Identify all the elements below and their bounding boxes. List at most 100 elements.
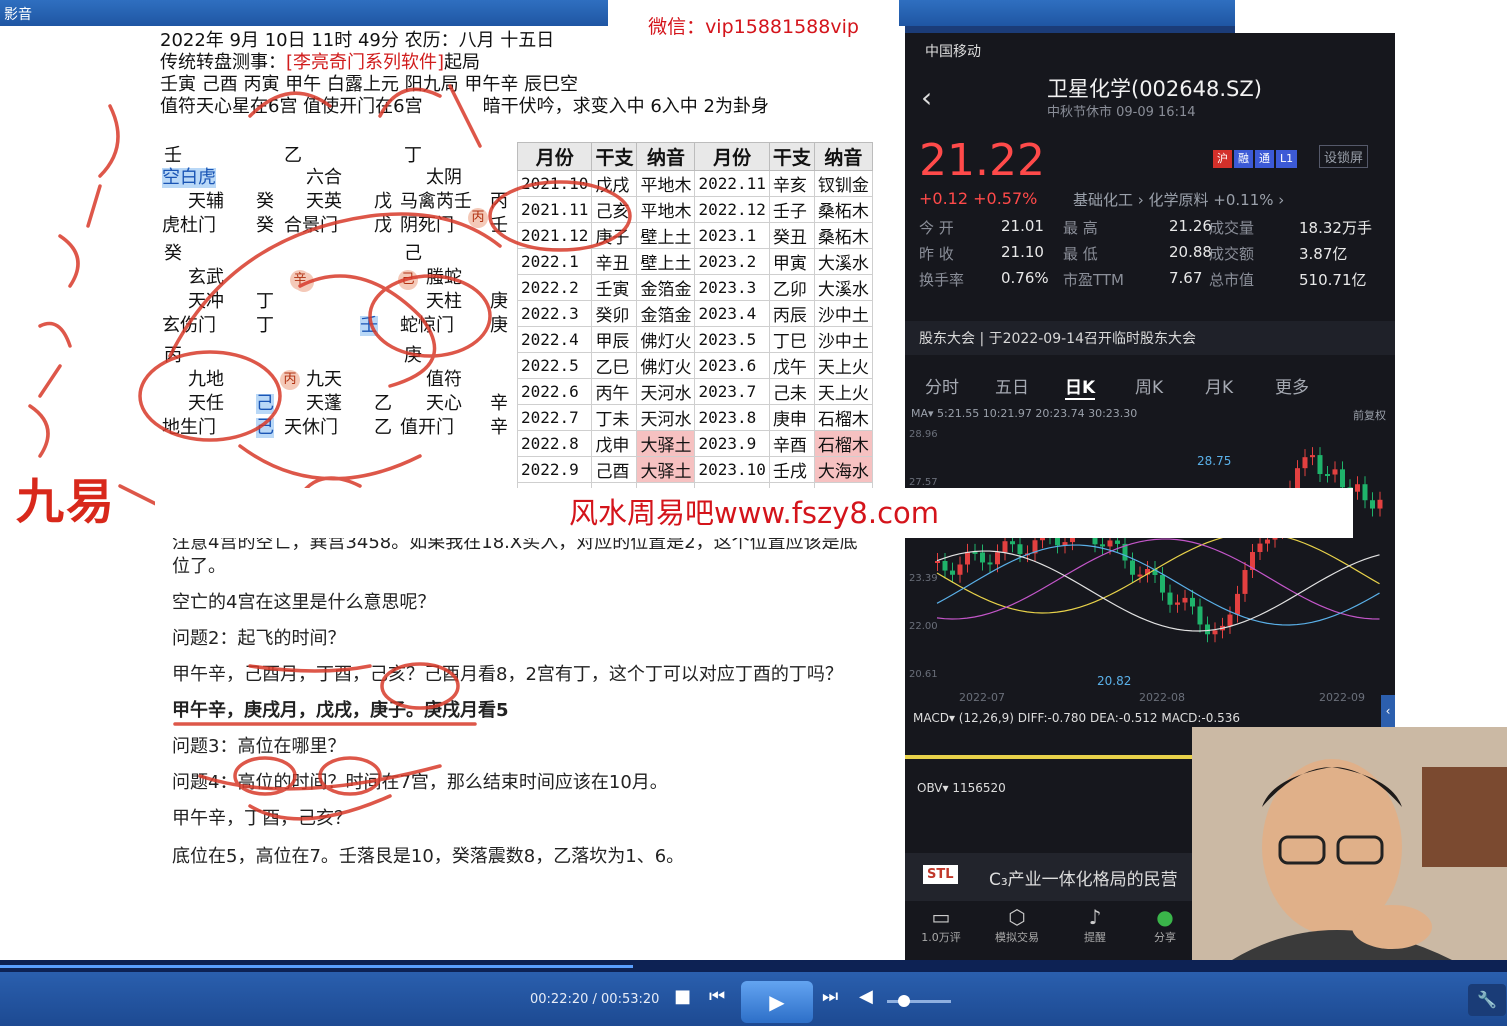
candle-body <box>1175 602 1180 605</box>
back-icon[interactable]: ‹ <box>921 81 932 114</box>
period-tab[interactable]: 分时 <box>925 373 959 398</box>
collapse-icon[interactable]: ‹ <box>1381 695 1395 727</box>
candle-body <box>1235 593 1240 615</box>
kline-chart[interactable]: 28.9627.5724.7823.3922.0020.612022-07202… <box>905 423 1395 713</box>
trade-icon: ⬡ <box>1008 905 1026 929</box>
candle-body <box>1137 574 1143 577</box>
presenter-webcam <box>1192 727 1507 960</box>
watermark-top: 微信：vip15881588vip <box>608 0 899 52</box>
tools-icon[interactable]: 🔧 <box>1468 984 1506 1016</box>
x-tick-label: 2022-09 <box>1319 691 1365 704</box>
candle-body <box>1190 597 1195 607</box>
quote-cell: 昨 收 <box>919 245 954 263</box>
lock-screen-button[interactable]: 设锁屏 <box>1319 145 1369 168</box>
comment-button[interactable]: ▭ 1.0万评 <box>911 905 971 945</box>
alert-button[interactable]: ♪ 提醒 <box>1065 905 1125 945</box>
quote-cell: 21.10 <box>1001 243 1044 261</box>
candle-body <box>995 552 1000 565</box>
volume-knob[interactable] <box>897 995 910 1007</box>
candle-body <box>1115 540 1120 544</box>
quote-cell: 成交额 <box>1209 245 1255 263</box>
candle-body <box>1362 484 1368 501</box>
quote-cell: 市盈TTM <box>1063 271 1125 289</box>
quote-cell: 7.67 <box>1169 269 1203 287</box>
period-tab[interactable]: 月K <box>1205 373 1233 398</box>
x-tick-label: 2022-07 <box>959 691 1005 704</box>
badge-hu: 沪 <box>1213 150 1232 168</box>
badge-l1: L1 <box>1276 150 1298 168</box>
candle-body <box>942 561 948 571</box>
progress-bar[interactable] <box>0 960 1507 972</box>
time-display: 00:22:20 / 00:53:20 <box>530 992 660 1007</box>
candle-body <box>950 570 955 575</box>
quote-cell: 换手率 <box>919 271 965 289</box>
player-controls: 00:22:20 / 00:53:20 ■ ⏮ ▶ ⏭ ◀ 🔧 <box>0 972 1507 1026</box>
candle-body <box>1295 468 1300 489</box>
candle-body <box>1010 541 1015 545</box>
candle-body <box>1340 469 1345 488</box>
candle-body <box>1377 499 1383 509</box>
candle-body <box>1182 597 1188 603</box>
period-tab[interactable]: 周K <box>1135 373 1163 398</box>
quote-cell: 成交量 <box>1209 219 1255 237</box>
quote-cell: 21.26 <box>1169 217 1212 235</box>
candle-body <box>1317 455 1323 475</box>
presenter-image <box>1192 727 1507 960</box>
candle-body <box>1167 592 1173 605</box>
candle-body <box>1257 543 1263 553</box>
comment-icon: ▭ <box>931 905 951 929</box>
quote-cell: 0.76% <box>1001 269 1049 287</box>
candle-body <box>965 551 970 565</box>
volume-slider[interactable] <box>887 1000 951 1003</box>
candle-body <box>1325 474 1330 477</box>
quote-cell: 最 高 <box>1063 219 1098 237</box>
period-tab[interactable]: 日K <box>1065 373 1096 400</box>
notice-bar[interactable]: 股东大会 | 于2022-09-14召开临时股东大会 <box>905 321 1395 355</box>
candle-body <box>1205 624 1210 635</box>
candle-body <box>1002 541 1008 553</box>
price-change: +0.12 +0.57% <box>919 189 1038 208</box>
candle-body <box>1265 539 1270 544</box>
ad-logo: STL <box>923 865 958 884</box>
prev-icon[interactable]: ⏮ <box>709 986 725 1007</box>
high-price-label: 28.75 <box>1197 454 1231 468</box>
window-title: 影音 <box>4 7 32 23</box>
quote-cell: 510.71亿 <box>1299 271 1367 289</box>
market-status: 中秋节休市 09-09 16:14 <box>1047 105 1196 120</box>
candle-body <box>980 552 985 563</box>
candle-body <box>1355 484 1360 492</box>
adjust-label[interactable]: 前复权 <box>1353 407 1386 423</box>
play-button[interactable]: ▶ <box>741 981 813 1023</box>
share-button[interactable]: ● 分享 <box>1135 905 1195 945</box>
industry-link[interactable]: 基础化工 › 化学原料 +0.11% › <box>1073 189 1284 210</box>
ma-line <box>936 550 1380 632</box>
candle-body <box>1370 500 1375 509</box>
y-tick-label: 22.00 <box>909 621 938 632</box>
sim-trade-button[interactable]: ⬡ 模拟交易 <box>987 905 1047 945</box>
quote-cell: 今 开 <box>919 219 954 237</box>
candle-body <box>1302 457 1308 469</box>
candle-body <box>1130 560 1135 575</box>
candle-body <box>1212 630 1218 635</box>
obv-legend: OBV▾ 1156520 <box>917 781 1006 795</box>
stock-badges: 沪融通 L1 <box>1213 147 1299 168</box>
volume-icon[interactable]: ◀ <box>859 986 873 1007</box>
y-tick-label: 28.96 <box>909 429 938 440</box>
wechat-icon: ● <box>1156 905 1174 929</box>
next-icon[interactable]: ⏭ <box>822 986 838 1007</box>
candle-body <box>1017 544 1023 555</box>
quote-cell: 20.88 <box>1169 243 1212 261</box>
brand-watermark: 九易 <box>16 474 117 530</box>
low-price-label: 20.82 <box>1097 674 1131 688</box>
candle-body <box>957 564 963 575</box>
quote-cell: 18.32万手 <box>1299 219 1372 237</box>
quote-cell: 最 低 <box>1063 245 1098 263</box>
period-tab[interactable]: 五日 <box>995 373 1029 398</box>
candle-body <box>935 561 940 563</box>
period-tabs: 分时 五日 日K 周K 月K 更多 <box>905 367 1395 405</box>
period-tab[interactable]: 更多 <box>1275 373 1309 398</box>
ad-text: C₃产业一体化格局的民营 <box>989 870 1178 890</box>
ma-legend: MA▾ 5:21.55 10:21.97 20:23.74 30:23.30 <box>911 407 1138 420</box>
candle-body <box>1197 606 1203 625</box>
stop-icon[interactable]: ■ <box>674 986 691 1007</box>
